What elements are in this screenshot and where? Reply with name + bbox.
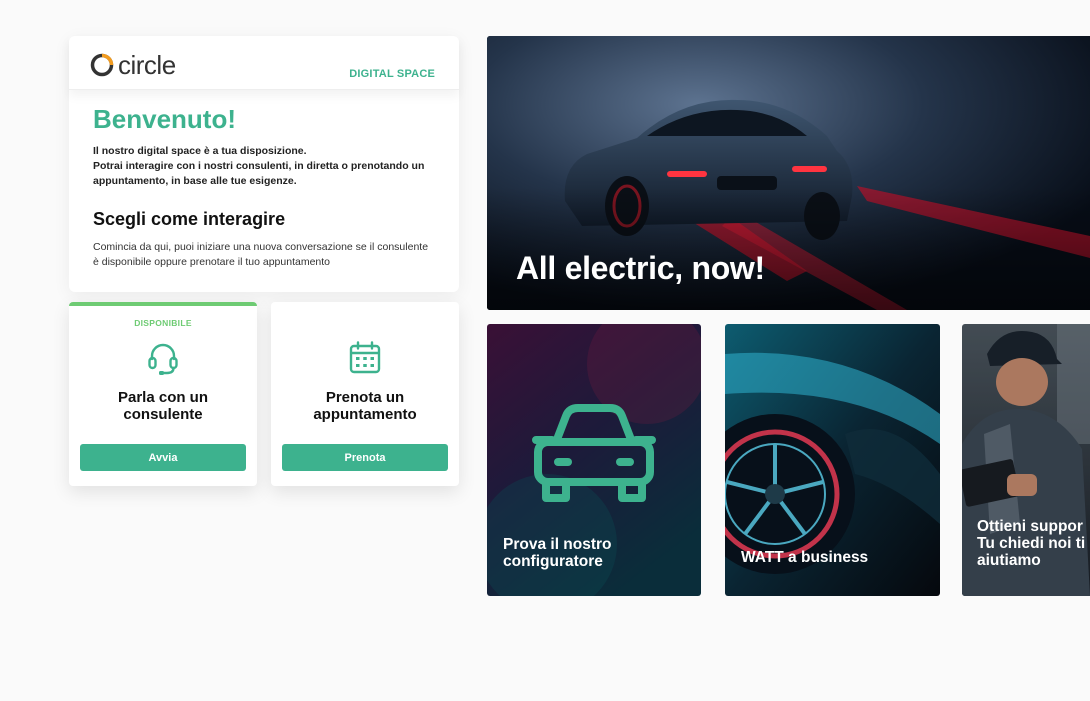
intro-text: Il nostro digital space è a tua disposiz… <box>93 144 433 189</box>
logo-text: circle <box>118 50 176 80</box>
watt-business-tile[interactable]: WATT a business <box>725 324 940 596</box>
hero-banner[interactable]: All electric, now! <box>487 36 1090 310</box>
book-button[interactable]: Prenota <box>282 444 448 471</box>
welcome-title: Benvenuto! <box>93 104 236 134</box>
intro-line-1: Il nostro digital space è a tua disposiz… <box>93 145 307 157</box>
availability-badge: DISPONIBILE <box>134 318 192 328</box>
book-appointment-title: Prenota un appuntamento <box>313 389 417 423</box>
circle-logo-icon <box>90 53 114 77</box>
book-appointment-card: Prenota un appuntamento Prenota <box>271 302 459 486</box>
configurator-tile[interactable]: Prova il nostro configuratore <box>487 324 701 596</box>
calendar-icon <box>349 341 381 374</box>
configurator-label: Prova il nostro configuratore <box>503 536 612 570</box>
car-icon <box>532 404 656 502</box>
headset-icon <box>148 343 178 375</box>
support-label: Ottieni suppor Tu chiedi noi ti aiutiamo <box>977 518 1086 569</box>
card-header: circle DIGITAL SPACE <box>69 36 459 90</box>
availability-bar <box>69 302 257 306</box>
choose-title: Scegli come interagire <box>93 209 286 229</box>
start-button[interactable]: Avvia <box>80 444 246 471</box>
welcome-card: circle DIGITAL SPACE Benvenuto! Il nostr… <box>69 36 459 292</box>
circle-logo[interactable]: circle <box>89 51 176 79</box>
digital-space-label: DIGITAL SPACE <box>349 68 435 80</box>
hero-title: All electric, now! <box>516 250 765 286</box>
support-tile[interactable]: Ottieni suppor Tu chiedi noi ti aiutiamo <box>962 324 1090 596</box>
talk-consultant-card: DISPONIBILE Parla con un consulente Avvi… <box>69 302 257 486</box>
talk-consultant-title: Parla con un consulente <box>117 389 209 423</box>
choose-description: Comincia da qui, puoi iniziare una nuova… <box>93 241 429 268</box>
intro-line-2: Potrai interagire con i nostri consulent… <box>93 160 425 187</box>
watt-business-label: WATT a business <box>741 549 869 566</box>
